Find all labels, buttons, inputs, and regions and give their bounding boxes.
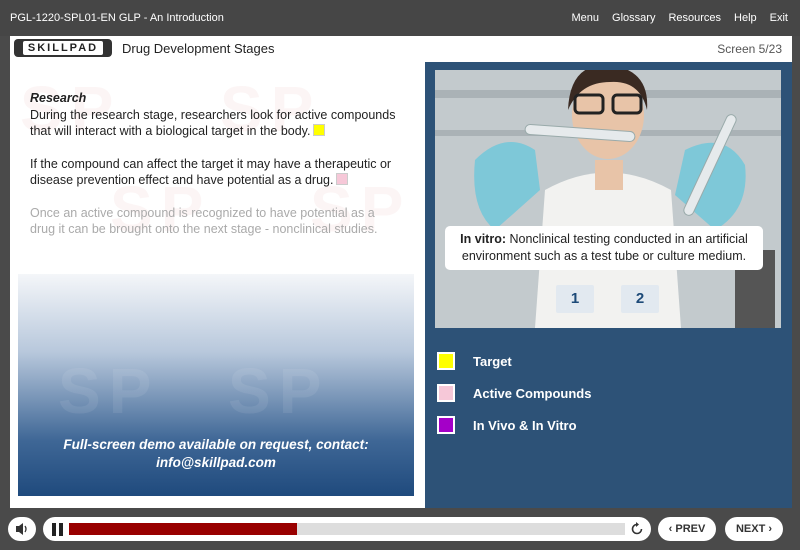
pause-button[interactable] <box>51 523 65 536</box>
course-title: PGL-1220-SPL01-EN GLP - An Introduction <box>10 12 224 24</box>
purple-swatch <box>437 416 455 434</box>
demo-overlay: SP SP Full-screen demo available on requ… <box>18 274 414 496</box>
hotspot-1-button[interactable]: 1 <box>556 285 594 313</box>
legend-item-in-vivo-in-vitro[interactable]: In Vivo & In Vitro <box>437 409 591 441</box>
exit-link[interactable]: Exit <box>770 12 788 24</box>
replay-button[interactable] <box>629 521 645 537</box>
progress-bar <box>43 517 651 541</box>
menu-link[interactable]: Menu <box>572 12 600 24</box>
image-panel: In vitro: Nonclinical testing conducted … <box>425 62 792 508</box>
top-bar: PGL-1220-SPL01-EN GLP - An Introduction … <box>0 0 800 36</box>
content-area: SP SP SP SP Research During the research… <box>10 62 792 508</box>
skillpad-logo: SKILLPAD <box>14 39 112 57</box>
lab-photo: In vitro: Nonclinical testing conducted … <box>435 70 781 328</box>
volume-button[interactable] <box>8 517 36 541</box>
progress-fill <box>69 523 297 535</box>
glossary-link[interactable]: Glossary <box>612 12 655 24</box>
player-controls: ‹ PREV NEXT › <box>0 508 800 550</box>
replay-icon <box>631 522 643 535</box>
active-compound-marker <box>336 173 349 185</box>
scientist-illustration <box>435 70 781 328</box>
speaker-icon <box>16 523 27 535</box>
target-marker <box>313 124 326 136</box>
legend-item-target[interactable]: Target <box>437 345 591 377</box>
header-bar: SKILLPAD Drug Development Stages Screen … <box>10 36 792 63</box>
in-vitro-tooltip: In vitro: Nonclinical testing conducted … <box>445 226 763 270</box>
body-text: Research During the research stage, rese… <box>30 90 400 254</box>
paragraph-next-stage: Once an active compound is recognized to… <box>30 205 378 237</box>
progress-track[interactable] <box>69 523 625 535</box>
logo-text: SKILLPAD <box>22 41 104 55</box>
resources-link[interactable]: Resources <box>668 12 721 24</box>
legend: Target Active Compounds In Vivo & In Vit… <box>437 345 591 441</box>
page-title: Drug Development Stages <box>122 41 275 56</box>
demo-notice: Full-screen demo available on request, c… <box>18 436 414 472</box>
paragraph-research: During the research stage, researchers l… <box>30 107 396 139</box>
next-button[interactable]: NEXT › <box>725 517 783 541</box>
pink-swatch <box>437 384 455 402</box>
text-panel: SP SP SP SP Research During the research… <box>10 62 425 508</box>
pause-icon <box>52 523 56 536</box>
legend-item-active-compounds[interactable]: Active Compounds <box>437 377 591 409</box>
watermark: SP <box>58 355 160 427</box>
help-link[interactable]: Help <box>734 12 757 24</box>
hotspot-2-button[interactable]: 2 <box>621 285 659 313</box>
prev-button[interactable]: ‹ PREV <box>658 517 716 541</box>
watermark: SP <box>228 355 330 427</box>
section-heading: Research <box>30 91 87 105</box>
top-nav: Menu Glossary Resources Help Exit <box>572 12 788 24</box>
yellow-swatch <box>437 352 455 370</box>
player-frame: PGL-1220-SPL01-EN GLP - An Introduction … <box>0 0 800 550</box>
screen-counter: Screen 5/23 <box>717 42 782 56</box>
contact-email: info@skillpad.com <box>156 455 276 470</box>
paragraph-compound: If the compound can affect the target it… <box>30 156 392 188</box>
